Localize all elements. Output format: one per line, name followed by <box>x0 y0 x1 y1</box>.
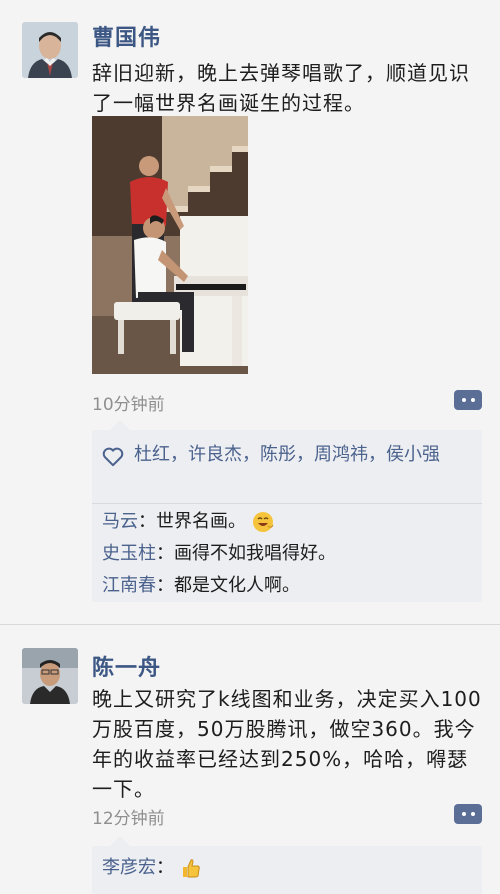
divider <box>92 503 482 504</box>
interaction-panel: 杜红，许良杰，陈彤，周鸿祎，侯小强 马云：世界名画。 史玉柱：画得不如我唱得好。… <box>92 420 482 602</box>
laughing-face-icon <box>252 512 274 532</box>
comment-item[interactable]: 李彦宏： <box>102 852 202 884</box>
avatar-photo <box>22 22 78 78</box>
likers-list[interactable]: 杜红，许良杰，陈彤，周鸿祎，侯小强 <box>102 440 472 470</box>
dot-icon <box>470 398 475 402</box>
piano-scene-image <box>92 116 248 374</box>
comment-author[interactable]: 史玉柱 <box>102 543 156 564</box>
comment-author[interactable]: 李彦宏 <box>102 857 156 878</box>
post-text: 晚上又研究了k线图和业务，决定买入100万股百度，50万股腾讯，做空360。我今… <box>92 687 482 801</box>
comment-text: 画得不如我唱得好。 <box>174 543 336 564</box>
comment-item[interactable]: 马云：世界名画。 <box>102 506 274 538</box>
interaction-panel: 李彦宏： <box>92 836 482 894</box>
avatar[interactable] <box>22 22 78 78</box>
heart-icon <box>102 447 124 467</box>
dot-icon <box>461 398 466 402</box>
comment-menu-button[interactable] <box>454 804 482 824</box>
comment-menu-button[interactable] <box>454 390 482 410</box>
author-name[interactable]: 曹国伟 <box>92 20 161 52</box>
post-timestamp: 10分钟前 <box>92 395 165 415</box>
avatar-photo <box>22 648 78 704</box>
likes-row: 杜红，许良杰，陈彤，周鸿祎，侯小强 <box>102 440 472 470</box>
comment-author[interactable]: 马云 <box>102 511 138 532</box>
comment-text: 世界名画。 <box>156 511 246 532</box>
comment-text: 都是文化人啊。 <box>174 575 300 596</box>
post-divider <box>0 624 500 625</box>
comment-item[interactable]: 史玉柱：画得不如我唱得好。 <box>102 538 336 570</box>
dot-icon <box>470 812 475 816</box>
comment-item[interactable]: 江南春：都是文化人啊。 <box>102 570 300 602</box>
dot-icon <box>461 812 466 816</box>
avatar[interactable] <box>22 648 78 704</box>
author-name[interactable]: 陈一舟 <box>92 650 161 682</box>
post-text: 辞旧迎新，晚上去弹琴唱歌了，顺道见识了一幅世界名画诞生的过程。 <box>92 61 470 115</box>
post-photo[interactable] <box>92 116 248 374</box>
thumbs-up-icon <box>182 859 200 878</box>
post-timestamp: 12分钟前 <box>92 809 165 829</box>
comment-author[interactable]: 江南春 <box>102 575 156 596</box>
